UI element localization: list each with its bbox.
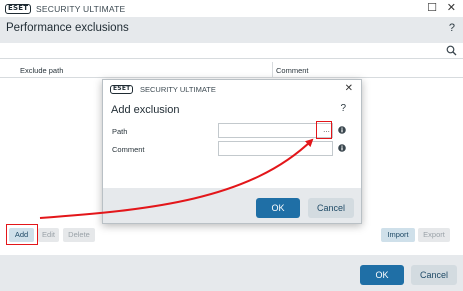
annotation-arrow (39, 138, 314, 219)
